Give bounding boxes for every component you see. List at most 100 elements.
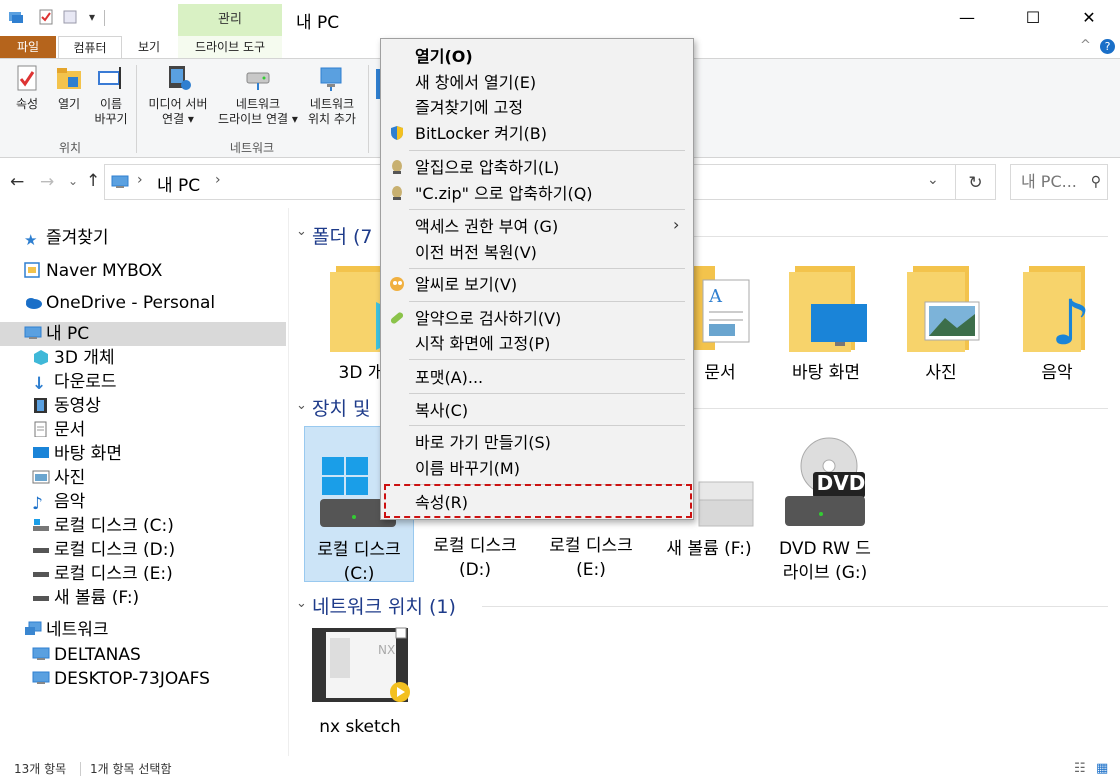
sidebar-item-disk-d[interactable]: 로컬 디스크 (D:) — [32, 538, 175, 562]
menu-item-alsee-view[interactable]: 알씨로 보기(V) — [415, 274, 517, 296]
item-count: 13개 항목 — [14, 762, 67, 776]
sidebar-item-3d-objects[interactable]: 3D 개체 — [32, 346, 115, 370]
context-menu: 열기(O) 새 창에서 열기(E) 즐겨찾기에 고정 BitLocker 켜기(… — [380, 38, 694, 520]
navigation-pane: ★ 즐겨찾기 Naver MYBOX OneDrive - Personal 내 … — [0, 208, 288, 756]
collapse-ribbon-icon[interactable]: ^ — [1080, 38, 1091, 53]
sidebar-item-music[interactable]: ♪ 음악 — [32, 490, 85, 514]
alsee-icon — [390, 277, 404, 291]
network-section-title[interactable]: 네트워크 위치 (1) — [312, 592, 456, 619]
title-bar: ▾ 관리 내 PC — ☐ ✕ — [0, 0, 1120, 36]
sidebar-item-desktop[interactable]: 바탕 화면 — [32, 442, 122, 466]
network-drive-icon — [246, 72, 270, 90]
quick-access-dropdown-icon[interactable]: ▾ — [84, 9, 100, 25]
menu-item-open-new-window[interactable]: 새 창에서 열기(E) — [415, 72, 536, 94]
refresh-icon: ↻ — [968, 173, 983, 193]
nx-sketch-tile[interactable]: NX nx sketch — [304, 624, 416, 739]
rename-ribbon-button[interactable]: 이름 바꾸기 — [90, 63, 132, 127]
menu-item-pin-start[interactable]: 시작 화면에 고정(P) — [415, 333, 550, 355]
tab-view[interactable]: 보기 — [124, 36, 174, 58]
open-ribbon-button[interactable]: 열기 — [50, 63, 88, 112]
folder-desktop[interactable]: 바탕 화면 — [776, 262, 876, 385]
tab-drive-tools[interactable]: 드라이브 도구 — [178, 36, 282, 58]
media-server-button[interactable]: 미디어 서버 연결 ▾ — [142, 63, 214, 127]
explorer-icon[interactable] — [8, 9, 24, 25]
path-chevron-icon[interactable]: › — [137, 172, 143, 188]
menu-item-copy[interactable]: 복사(C) — [415, 400, 468, 422]
close-button[interactable]: ✕ — [1066, 4, 1112, 32]
up-arrow-icon[interactable]: ↑ — [86, 171, 100, 191]
ribbon-separator — [136, 65, 137, 153]
search-input[interactable]: 내 PC... ⚲ — [1010, 164, 1108, 200]
collapse-devices-icon[interactable]: ⌄ — [296, 398, 307, 413]
menu-separator — [409, 393, 685, 394]
maximize-button[interactable]: ☐ — [1010, 4, 1056, 32]
section-divider — [694, 408, 1108, 409]
add-network-location-button[interactable]: 네트워크 위치 추가 — [302, 63, 362, 127]
menu-separator — [409, 268, 685, 269]
network-location-icon — [320, 67, 342, 91]
sidebar-item-onedrive[interactable]: OneDrive - Personal — [24, 291, 215, 315]
large-icons-view-icon[interactable]: ▦ — [1096, 756, 1108, 782]
recent-locations-icon[interactable]: ⌄ — [68, 174, 78, 188]
sidebar-item-disk-e[interactable]: 로컬 디스크 (E:) — [32, 562, 173, 586]
folders-section-title[interactable]: 폴더 (7 — [312, 222, 373, 249]
menu-item-restore-previous[interactable]: 이전 버전 복원(V) — [415, 242, 537, 264]
this-pc-icon — [111, 175, 129, 188]
help-icon[interactable]: ? — [1100, 39, 1115, 54]
menu-item-create-shortcut[interactable]: 바로 가기 만들기(S) — [415, 432, 551, 454]
sidebar-item-desktop-73joafs[interactable]: DESKTOP-73JOAFS — [32, 667, 210, 691]
path-segment-this-pc[interactable]: 내 PC — [157, 171, 200, 196]
properties-quick-icon[interactable] — [38, 9, 54, 25]
map-network-drive-button[interactable]: 네트워크 드라이브 연결 ▾ — [214, 63, 302, 127]
address-dropdown-icon[interactable]: ⌄ — [927, 172, 939, 188]
sidebar-item-downloads[interactable]: ↓ 다운로드 — [32, 370, 117, 394]
submenu-arrow-icon: › — [673, 215, 680, 234]
menu-item-rename[interactable]: 이름 바꾸기(M) — [415, 458, 520, 480]
sidebar-item-pictures[interactable]: 사진 — [32, 466, 85, 490]
refresh-button[interactable]: ↻ — [956, 164, 996, 200]
collapse-folders-icon[interactable]: ⌄ — [296, 224, 307, 239]
manage-context-tab[interactable]: 관리 — [178, 4, 282, 36]
computer-icon — [32, 647, 50, 660]
back-arrow-icon[interactable]: ← — [10, 172, 24, 192]
forward-arrow-icon[interactable]: → — [40, 172, 54, 192]
menu-item-alyac-scan[interactable]: 알약으로 검사하기(V) — [415, 308, 561, 330]
mybox-icon — [24, 262, 40, 278]
search-placeholder: 내 PC... — [1021, 172, 1077, 191]
sidebar-item-volume-f[interactable]: 새 볼륨 (F:) — [32, 586, 139, 610]
sidebar-item-disk-c[interactable]: 로컬 디스크 (C:) — [32, 514, 174, 538]
tab-file[interactable]: 파일 — [0, 36, 56, 58]
sidebar-item-this-pc[interactable]: 내 PC — [24, 322, 89, 346]
devices-section-title[interactable]: 장치 및 — [312, 394, 370, 421]
sidebar-item-deltanas[interactable]: DELTANAS — [32, 643, 141, 667]
folder-pictures[interactable]: 사진 — [896, 262, 986, 385]
path-chevron-icon[interactable]: › — [215, 172, 221, 188]
sidebar-item-mybox[interactable]: Naver MYBOX — [24, 259, 162, 283]
menu-item-pin-favorites[interactable]: 즐겨찾기에 고정 — [415, 97, 523, 119]
sidebar-item-favorites[interactable]: ★ 즐겨찾기 — [24, 226, 109, 250]
dvd-badge: DVD — [816, 471, 866, 495]
svg-text:A: A — [708, 286, 723, 307]
menu-item-bitlocker[interactable]: BitLocker 켜기(B) — [415, 123, 547, 145]
sidebar-item-network[interactable]: 네트워크 — [24, 618, 109, 642]
menu-item-czip-compress[interactable]: "C.zip" 으로 압축하기(Q) — [415, 183, 593, 205]
sidebar-item-videos[interactable]: 동영상 — [32, 394, 101, 418]
menu-item-format[interactable]: 포맷(A)... — [415, 367, 483, 389]
new-folder-quick-icon[interactable] — [62, 9, 78, 25]
menu-item-give-access[interactable]: 액세스 권한 부여 (G) — [415, 216, 558, 238]
film-icon — [34, 398, 47, 413]
pane-splitter[interactable] — [288, 208, 289, 756]
details-view-icon[interactable]: ☷ — [1074, 756, 1086, 782]
properties-ribbon-button[interactable]: 속성 — [4, 63, 50, 112]
dvd-drive-tile[interactable]: DVD RW 드 라이브 (G:) — [770, 426, 880, 583]
tab-computer[interactable]: 컴퓨터 — [58, 36, 122, 58]
menu-item-alzip-compress[interactable]: 알집으로 압축하기(L) — [415, 157, 559, 179]
folder-music[interactable]: ♪ 음악 — [1012, 262, 1102, 385]
sidebar-item-documents[interactable]: 문서 — [32, 418, 85, 442]
window-title: 내 PC — [296, 13, 340, 33]
collapse-network-icon[interactable]: ⌄ — [296, 596, 307, 611]
properties-highlight-box — [384, 484, 692, 518]
netdrive-label-1: 네트워크 — [235, 97, 281, 111]
minimize-button[interactable]: — — [944, 4, 990, 32]
menu-item-open[interactable]: 열기(O) — [415, 46, 473, 68]
